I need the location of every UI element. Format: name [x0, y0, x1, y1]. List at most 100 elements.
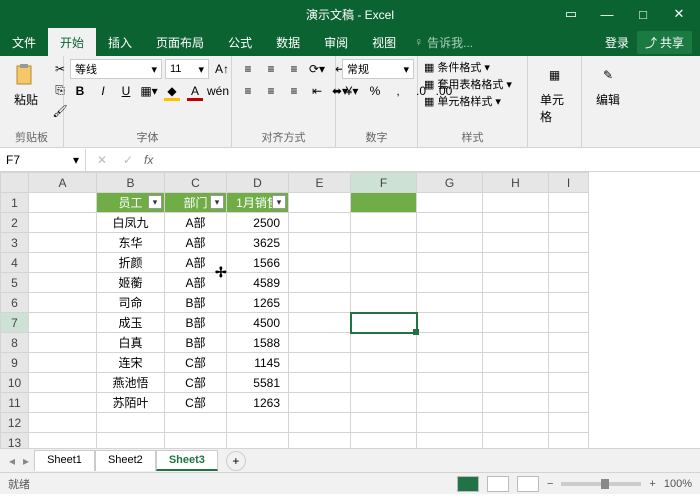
phonetic-button[interactable]: wén [208, 81, 228, 101]
col-header-I[interactable]: I [549, 173, 589, 193]
cell-D4[interactable]: 1566 [227, 253, 289, 273]
formula-bar[interactable] [159, 153, 694, 167]
row-header-11[interactable]: 11 [1, 393, 29, 413]
increase-font-icon[interactable]: A↑ [212, 59, 232, 79]
zoom-slider[interactable] [561, 482, 641, 486]
cell-I9[interactable] [549, 353, 589, 373]
paste-button[interactable]: 粘贴 [6, 59, 46, 110]
cell-D2[interactable]: 2500 [227, 213, 289, 233]
cell-E10[interactable] [289, 373, 351, 393]
cell-H10[interactable] [483, 373, 549, 393]
row-header-13[interactable]: 13 [1, 433, 29, 449]
select-all-cell[interactable] [1, 173, 29, 193]
cell-D13[interactable] [227, 433, 289, 449]
tab-home[interactable]: 开始 [48, 28, 96, 56]
minimize-icon[interactable]: ― [590, 3, 624, 25]
fill-color-button[interactable]: ◆ [162, 81, 182, 101]
cell-I8[interactable] [549, 333, 589, 353]
cell-D12[interactable] [227, 413, 289, 433]
align-bottom-icon[interactable]: ≡ [284, 59, 304, 79]
share-button[interactable]: ⤴共享 [637, 31, 692, 54]
cell-F3[interactable] [351, 233, 417, 253]
cell-C6[interactable]: B部 [165, 293, 227, 313]
cell-F6[interactable] [351, 293, 417, 313]
filter-button[interactable]: ▾ [272, 195, 286, 209]
cell-C11[interactable]: C部 [165, 393, 227, 413]
row-header-1[interactable]: 1 [1, 193, 29, 213]
tab-formula[interactable]: 公式 [216, 28, 264, 56]
conditional-format-button[interactable]: ▦条件格式▾ [424, 59, 490, 75]
view-layout-icon[interactable] [487, 476, 509, 492]
cell-E2[interactable] [289, 213, 351, 233]
cell-B12[interactable] [97, 413, 165, 433]
view-break-icon[interactable] [517, 476, 539, 492]
enter-formula-icon[interactable]: ✓ [118, 150, 138, 170]
cell-G7[interactable] [417, 313, 483, 333]
currency-icon[interactable]: ¥▾ [342, 81, 362, 101]
zoom-level[interactable]: 100% [664, 478, 692, 490]
cell-D1[interactable]: 1月销售▾ [227, 193, 289, 213]
cell-G10[interactable] [417, 373, 483, 393]
row-header-8[interactable]: 8 [1, 333, 29, 353]
cell-B2[interactable]: 白凤九 [97, 213, 165, 233]
cell-D11[interactable]: 1263 [227, 393, 289, 413]
cell-I5[interactable] [549, 273, 589, 293]
col-header-B[interactable]: B [97, 173, 165, 193]
editing-button[interactable]: ✎编辑 [588, 59, 628, 110]
row-header-7[interactable]: 7 [1, 313, 29, 333]
align-center-icon[interactable]: ≡ [261, 81, 281, 101]
cell-H6[interactable] [483, 293, 549, 313]
tab-review[interactable]: 审阅 [312, 28, 360, 56]
bold-button[interactable]: B [70, 81, 90, 101]
fx-icon[interactable]: fx [144, 153, 153, 167]
cell-F11[interactable] [351, 393, 417, 413]
tab-layout[interactable]: 页面布局 [144, 28, 216, 56]
sheet-tab-sheet1[interactable]: Sheet1 [34, 450, 95, 471]
underline-button[interactable]: U [116, 81, 136, 101]
number-format-select[interactable]: 常规▾ [342, 59, 414, 79]
cell-G3[interactable] [417, 233, 483, 253]
cell-A5[interactable] [29, 273, 97, 293]
col-header-D[interactable]: D [227, 173, 289, 193]
row-header-10[interactable]: 10 [1, 373, 29, 393]
cell-G12[interactable] [417, 413, 483, 433]
cell-I2[interactable] [549, 213, 589, 233]
cell-I6[interactable] [549, 293, 589, 313]
cell-I3[interactable] [549, 233, 589, 253]
cell-D7[interactable]: 4500 [227, 313, 289, 333]
col-header-F[interactable]: F [351, 173, 417, 193]
cell-C12[interactable] [165, 413, 227, 433]
align-right-icon[interactable]: ≡ [284, 81, 304, 101]
cell-C3[interactable]: A部 [165, 233, 227, 253]
orientation-icon[interactable]: ⟳▾ [307, 59, 327, 79]
cell-I13[interactable] [549, 433, 589, 449]
cell-I10[interactable] [549, 373, 589, 393]
cell-E5[interactable] [289, 273, 351, 293]
row-header-2[interactable]: 2 [1, 213, 29, 233]
sheet-nav-last-icon[interactable]: ▸ [20, 454, 32, 468]
row-header-12[interactable]: 12 [1, 413, 29, 433]
cell-I4[interactable] [549, 253, 589, 273]
cell-H8[interactable] [483, 333, 549, 353]
cell-F13[interactable] [351, 433, 417, 449]
col-header-A[interactable]: A [29, 173, 97, 193]
cell-B7[interactable]: 成玉 [97, 313, 165, 333]
font-size-select[interactable]: 11▾ [165, 59, 209, 79]
cell-B5[interactable]: 姬蘅 [97, 273, 165, 293]
cell-A3[interactable] [29, 233, 97, 253]
cell-F9[interactable] [351, 353, 417, 373]
cell-B4[interactable]: 折颜 [97, 253, 165, 273]
cell-F8[interactable] [351, 333, 417, 353]
percent-icon[interactable]: % [365, 81, 385, 101]
cell-E12[interactable] [289, 413, 351, 433]
cell-D3[interactable]: 3625 [227, 233, 289, 253]
cell-A7[interactable] [29, 313, 97, 333]
cell-A10[interactable] [29, 373, 97, 393]
col-header-E[interactable]: E [289, 173, 351, 193]
cell-F12[interactable] [351, 413, 417, 433]
add-sheet-button[interactable]: + [226, 451, 246, 471]
cell-A2[interactable] [29, 213, 97, 233]
tab-data[interactable]: 数据 [264, 28, 312, 56]
cell-A1[interactable] [29, 193, 97, 213]
filter-button[interactable]: ▾ [210, 195, 224, 209]
